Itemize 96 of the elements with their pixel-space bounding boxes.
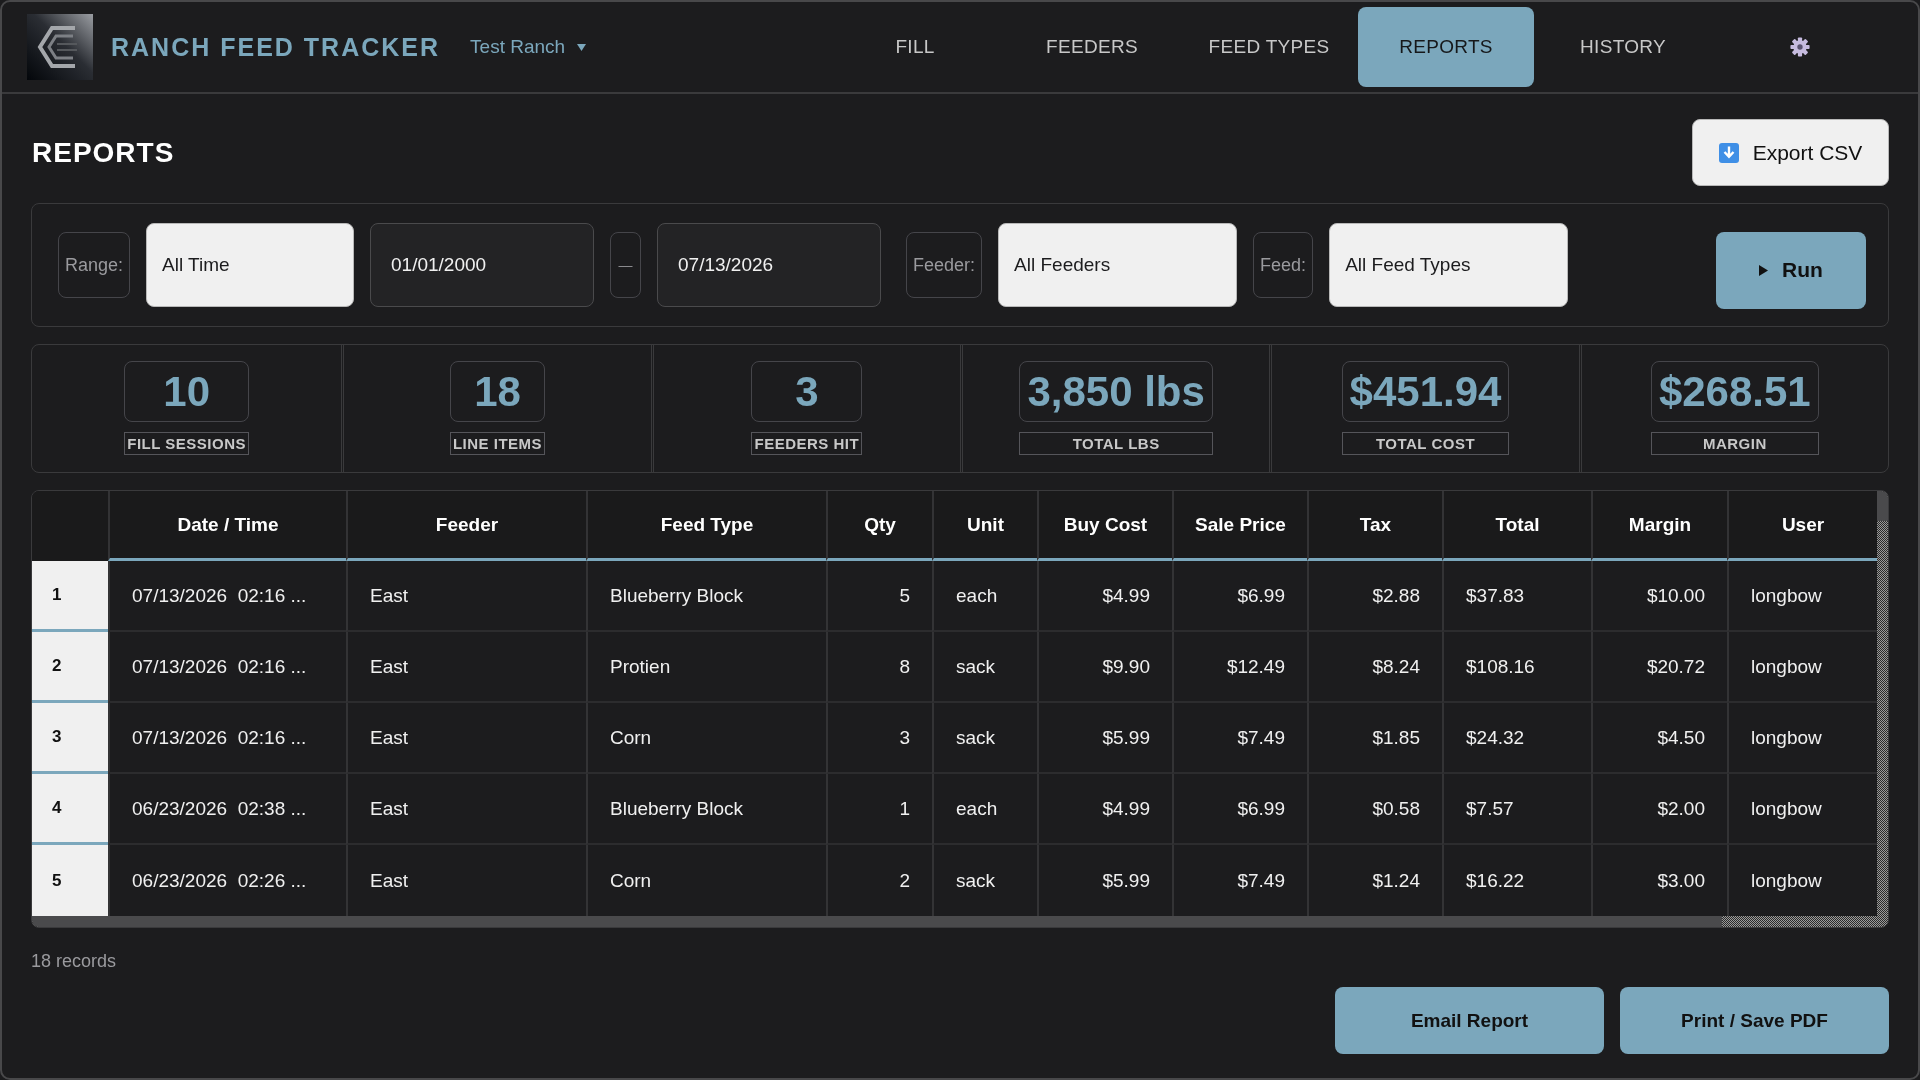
table-cell: $0.58 xyxy=(1307,774,1442,845)
export-csv-button[interactable]: Export CSV xyxy=(1692,119,1889,186)
table-cell: $108.16 xyxy=(1442,632,1591,703)
stat-label: LINE ITEMS xyxy=(449,432,546,455)
table-cell: $4.50 xyxy=(1591,703,1727,774)
feeder-label: Feeder: xyxy=(906,232,983,298)
column-header: Unit xyxy=(932,491,1037,561)
caret-icon xyxy=(577,43,587,51)
column-header: Buy Cost xyxy=(1037,491,1172,561)
stat-value: 3,850 lbs xyxy=(1019,361,1213,422)
column-header: Date / Time xyxy=(108,491,346,561)
nav-tab[interactable]: FEEDERS xyxy=(1004,7,1180,87)
table-cell: Protien xyxy=(586,632,826,703)
play-icon xyxy=(1759,264,1769,276)
row-number: 4 xyxy=(32,774,108,845)
nav-tab[interactable]: REPORTS xyxy=(1358,7,1534,87)
app-logo xyxy=(27,14,93,80)
stat-label: MARGIN xyxy=(1650,432,1819,455)
table-cell: East xyxy=(346,703,586,774)
stat-value: 18 xyxy=(449,361,546,422)
ranch-selector[interactable]: Test Ranch xyxy=(470,36,587,58)
stat-label: TOTAL COST xyxy=(1341,432,1510,455)
table-cell: $2.88 xyxy=(1307,561,1442,632)
column-header: Margin xyxy=(1591,491,1727,561)
table-cell: Blueberry Block xyxy=(586,774,826,845)
table-cell: 07/13/2026 02:16 ... xyxy=(108,703,346,774)
table-cell: sack xyxy=(932,632,1037,703)
range-label: Range: xyxy=(58,232,131,298)
app-title: RANCH FEED TRACKER xyxy=(111,32,441,62)
stat-value: $268.51 xyxy=(1650,361,1819,422)
stat-label: TOTAL LBS xyxy=(1019,432,1213,455)
page-title: REPORTS xyxy=(32,136,175,169)
vertical-scrollbar[interactable] xyxy=(1877,491,1888,916)
column-header: Qty xyxy=(826,491,932,561)
table-cell: $10.00 xyxy=(1591,561,1727,632)
nav-tab[interactable]: FEED TYPES xyxy=(1181,7,1357,87)
table-cell: each xyxy=(932,561,1037,632)
column-header: Tax xyxy=(1307,491,1442,561)
table-cell: $2.00 xyxy=(1591,774,1727,845)
print-pdf-button[interactable]: Print / Save PDF xyxy=(1620,987,1889,1054)
feed-label: Feed: xyxy=(1253,232,1314,298)
table-cell: $20.72 xyxy=(1591,632,1727,703)
table-cell: $7.57 xyxy=(1442,774,1591,845)
nav-tab[interactable]: HISTORY xyxy=(1535,7,1711,87)
column-header: Feeder xyxy=(346,491,586,561)
date-separator: — xyxy=(610,232,642,298)
date-from-field[interactable]: 01/01/2000 xyxy=(370,223,595,307)
column-header: Sale Price xyxy=(1172,491,1307,561)
nav-tab[interactable]: FILL xyxy=(827,7,1003,87)
table-cell: 1 xyxy=(826,774,932,845)
table-cell: $8.24 xyxy=(1307,632,1442,703)
table-cell: 07/13/2026 02:16 ... xyxy=(108,561,346,632)
row-number: 3 xyxy=(32,703,108,774)
stat-value: 3 xyxy=(751,361,863,422)
table-cell: 06/23/2026 02:38 ... xyxy=(108,774,346,845)
date-to-field[interactable]: 07/13/2026 xyxy=(657,223,882,307)
table-cell: 3 xyxy=(826,703,932,774)
table-cell: $4.99 xyxy=(1037,774,1172,845)
table-cell: 5 xyxy=(826,561,932,632)
table-cell: $9.90 xyxy=(1037,632,1172,703)
stat-value: $451.94 xyxy=(1341,361,1510,422)
table-cell: $7.49 xyxy=(1172,703,1307,774)
download-icon xyxy=(1718,142,1739,163)
record-count: 18 records xyxy=(31,951,118,972)
run-button[interactable]: Run xyxy=(1716,231,1866,309)
table-cell: $6.99 xyxy=(1172,561,1307,632)
table-cell: 8 xyxy=(826,632,932,703)
table-cell: $24.32 xyxy=(1442,703,1591,774)
stat-label: FEEDERS HIT xyxy=(751,432,863,455)
row-number: 5 xyxy=(32,845,108,916)
table-cell: East xyxy=(346,774,586,845)
stat-value: 10 xyxy=(124,361,250,422)
table-cell: East xyxy=(346,632,586,703)
range-dropdown[interactable]: All Time xyxy=(146,223,355,307)
table-cell: $6.99 xyxy=(1172,774,1307,845)
table-cell: East xyxy=(346,561,586,632)
row-number: 1 xyxy=(32,561,108,632)
stat-label: FILL SESSIONS xyxy=(124,432,250,455)
email-report-button[interactable]: Email Report xyxy=(1335,987,1604,1054)
column-header: Feed Type xyxy=(586,491,826,561)
table-cell: $5.99 xyxy=(1037,703,1172,774)
row-number: 2 xyxy=(32,632,108,703)
scrollbar-thumb[interactable] xyxy=(1877,491,1888,521)
table-cell: Blueberry Block xyxy=(586,561,826,632)
table-cell: $37.83 xyxy=(1442,561,1591,632)
table-cell: sack xyxy=(932,703,1037,774)
table-cell: $4.99 xyxy=(1037,561,1172,632)
table-cell: 07/13/2026 02:16 ... xyxy=(108,632,346,703)
table-cell: Corn xyxy=(586,703,826,774)
settings-icon[interactable] xyxy=(1790,37,1810,57)
feeder-dropdown[interactable]: All Feeders xyxy=(998,223,1238,307)
feed-type-dropdown[interactable]: All Feed Types xyxy=(1329,223,1569,307)
table-cell: each xyxy=(932,774,1037,845)
column-header: Total xyxy=(1442,491,1591,561)
table-cell: $12.49 xyxy=(1172,632,1307,703)
table-cell: $1.85 xyxy=(1307,703,1442,774)
